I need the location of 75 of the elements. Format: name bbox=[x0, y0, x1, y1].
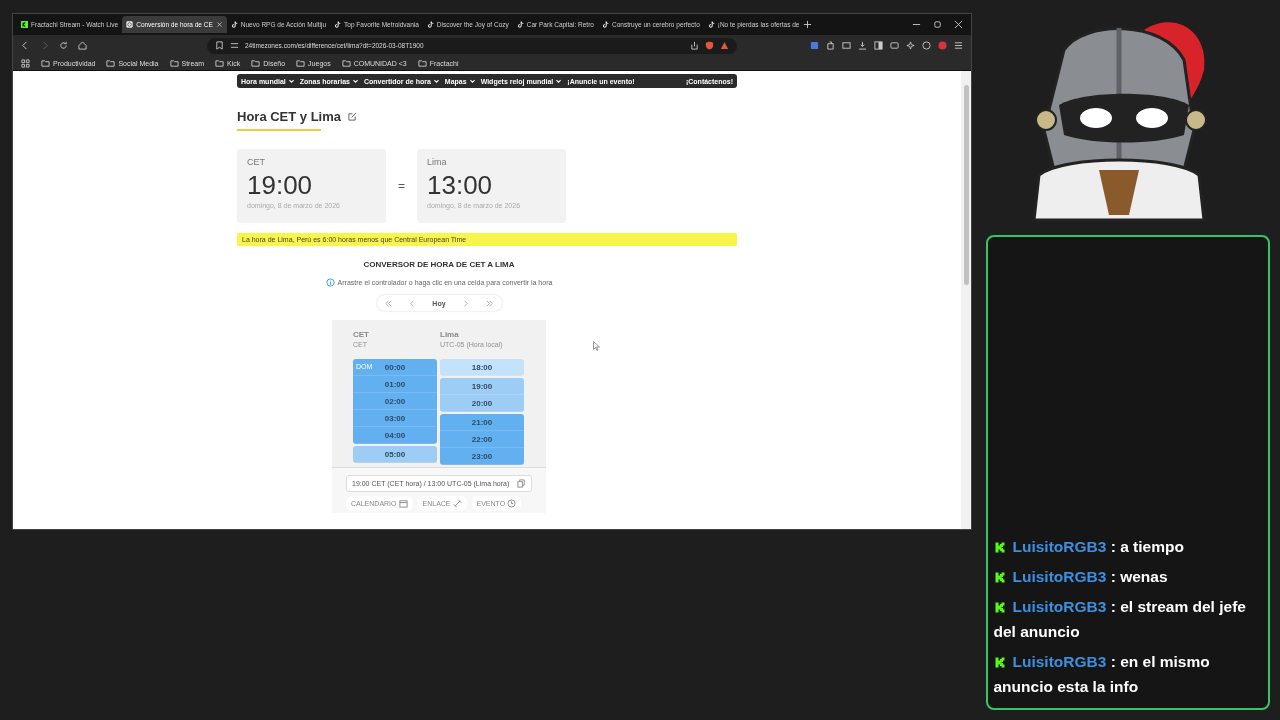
scrollbar[interactable] bbox=[961, 71, 971, 529]
copy-icon[interactable] bbox=[517, 479, 526, 488]
folder-icon bbox=[169, 58, 179, 68]
chat-message: LuisitoRGB3 : a tiempo bbox=[993, 534, 1262, 559]
hour-cell[interactable]: 00:00 bbox=[384, 362, 406, 372]
music-note-icon bbox=[334, 21, 342, 28]
apps-grid-icon[interactable] bbox=[21, 58, 30, 68]
hour-cell[interactable]: 23:00 bbox=[471, 451, 493, 461]
folder-icon bbox=[106, 58, 116, 68]
chevron-down-icon bbox=[555, 77, 563, 85]
chevron-down-icon bbox=[432, 77, 440, 85]
hour-cell[interactable]: 02:00 bbox=[384, 396, 406, 406]
back-icon[interactable] bbox=[21, 41, 30, 50]
hour-cell[interactable]: 19:00 bbox=[471, 381, 493, 391]
column-zone: CET bbox=[353, 330, 370, 339]
chevron-down-icon bbox=[351, 77, 359, 85]
calendar-icon bbox=[398, 499, 408, 508]
zone-label: CET bbox=[247, 157, 266, 167]
equals-sign: = bbox=[398, 179, 405, 193]
bookmark-icon bbox=[215, 41, 224, 50]
folder-icon bbox=[41, 58, 50, 68]
kick-logo-icon bbox=[993, 657, 1005, 668]
translate-icon[interactable] bbox=[810, 41, 819, 50]
mouse-cursor-icon bbox=[593, 341, 600, 351]
column-zone: Lima bbox=[440, 330, 460, 339]
sparkle-icon[interactable] bbox=[906, 41, 915, 50]
chat-message: LuisitoRGB3 : wenas bbox=[993, 564, 1262, 589]
music-note-icon bbox=[516, 21, 524, 28]
clock-time: 19:00 bbox=[247, 170, 314, 201]
home-icon[interactable] bbox=[78, 41, 87, 50]
kick-logo-icon bbox=[993, 542, 1005, 553]
music-note-icon bbox=[230, 21, 238, 28]
page-heading: Hora CET y Lima bbox=[237, 109, 342, 124]
folder-icon bbox=[341, 58, 351, 68]
chevron-down-icon bbox=[287, 77, 295, 85]
close-icon[interactable] bbox=[954, 20, 963, 29]
folder-icon bbox=[251, 58, 261, 68]
folder-icon bbox=[417, 58, 427, 68]
menu-icon[interactable] bbox=[954, 41, 963, 50]
clock-favicon-icon bbox=[126, 21, 134, 28]
hour-cell[interactable]: 20:00 bbox=[471, 398, 493, 408]
hour-cell[interactable]: 22:00 bbox=[471, 434, 493, 444]
sidebar-icon[interactable] bbox=[874, 41, 883, 50]
hour-cell[interactable]: 21:00 bbox=[471, 417, 493, 427]
converter-title: CONVERSOR DE HORA DE CET A LIMA bbox=[363, 260, 515, 269]
reload-icon[interactable] bbox=[59, 41, 68, 50]
kick-logo-icon bbox=[993, 602, 1005, 613]
hour-cell[interactable]: 01:00 bbox=[384, 379, 406, 389]
site-settings-icon bbox=[230, 41, 239, 50]
clock-time: 13:00 bbox=[427, 170, 494, 201]
download-icon[interactable] bbox=[858, 41, 867, 50]
folder-icon bbox=[215, 58, 225, 68]
music-note-icon bbox=[426, 21, 434, 28]
clock-icon bbox=[507, 499, 517, 508]
link-icon bbox=[452, 499, 462, 508]
kick-logo-icon bbox=[21, 21, 28, 28]
chat-message: LuisitoRGB3 : el stream del jefe del anuncio bbox=[993, 597, 1247, 642]
music-note-icon bbox=[707, 21, 715, 28]
folder-icon bbox=[296, 58, 306, 68]
triangle-icon bbox=[720, 41, 729, 50]
restore-icon[interactable] bbox=[933, 20, 942, 29]
chevron-down-icon bbox=[468, 77, 476, 85]
info-icon bbox=[325, 278, 335, 287]
hour-cell[interactable]: 04:00 bbox=[384, 430, 406, 440]
edit-icon[interactable] bbox=[348, 112, 358, 121]
close-icon[interactable] bbox=[215, 21, 223, 28]
hour-cell[interactable]: 18:00 bbox=[471, 362, 493, 372]
hour-cell[interactable]: 05:00 bbox=[384, 449, 406, 459]
hour-cell[interactable]: 03:00 bbox=[384, 413, 406, 423]
zone-label: Lima bbox=[427, 157, 448, 167]
music-note-icon bbox=[601, 21, 609, 28]
profile-icon[interactable] bbox=[938, 41, 947, 50]
kick-logo-icon bbox=[993, 572, 1005, 583]
plus-icon[interactable] bbox=[803, 20, 813, 29]
chat-message: LuisitoRGB3 : en el mismo anuncio esta la info bbox=[993, 652, 1211, 697]
